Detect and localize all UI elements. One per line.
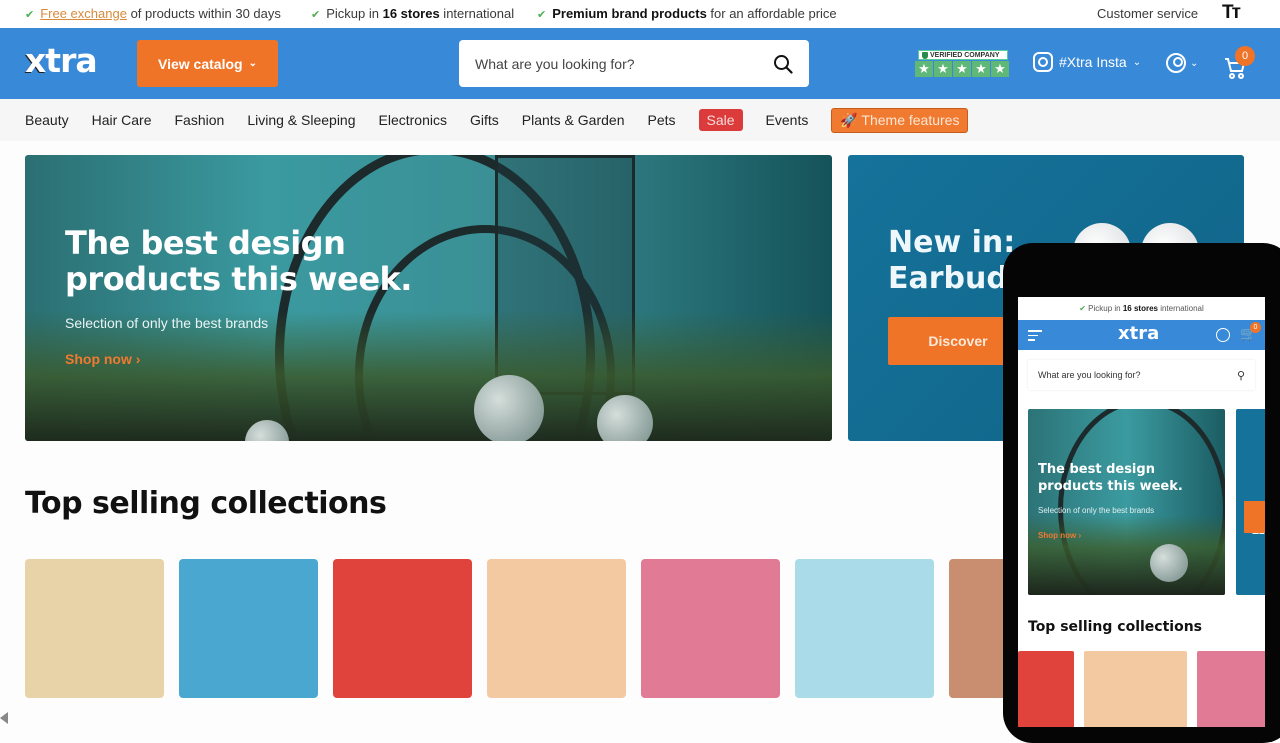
search-icon[interactable]	[773, 54, 793, 74]
mobile-logo[interactable]: xtra	[1118, 323, 1159, 344]
user-icon	[1166, 53, 1186, 73]
phone-mockup-screen: ✔ Pickup in 16 stores international xtra…	[1018, 297, 1265, 727]
hero-subtitle: Selection of only the best brands	[65, 315, 269, 331]
instagram-dropdown[interactable]: #Xtra Insta ⌄	[1033, 52, 1141, 72]
mobile-hero-title: The best design products this week.	[1038, 462, 1183, 494]
mobile-shop-now-link[interactable]: Shop now ›	[1038, 531, 1081, 540]
collection-card[interactable]	[25, 559, 164, 698]
check-icon: ✔	[537, 9, 547, 21]
star-icon: ★	[972, 61, 990, 77]
shop-now-link[interactable]: Shop now ›	[65, 351, 140, 367]
trust-badge[interactable]: VERIFIED COMPANY ★ ★ ★ ★ ★	[915, 50, 1011, 78]
mobile-section-title: Top selling collections	[1028, 619, 1203, 635]
nav-item-hair-care[interactable]: Hair Care	[92, 112, 152, 128]
mobile-header: xtra 🛒 0	[1018, 320, 1265, 350]
mobile-secondary-banner[interactable]: NewEar	[1236, 409, 1265, 595]
mobile-search-bar[interactable]: What are you looking for? ⚲	[1028, 360, 1255, 390]
account-dropdown[interactable]: ⌄	[1166, 53, 1198, 73]
hero-title: The best design products this week.	[65, 224, 412, 298]
search-input[interactable]	[475, 55, 773, 72]
nav-item-electronics[interactable]: Electronics	[379, 112, 447, 128]
usp-free-exchange: ✔ Free exchange of products within 30 day…	[25, 6, 281, 21]
nav-item-plants-garden[interactable]: Plants & Garden	[522, 112, 625, 128]
nav-item-theme-features[interactable]: 🚀 Theme features	[831, 107, 969, 133]
nav-item-gifts[interactable]: Gifts	[470, 112, 499, 128]
collection-card[interactable]	[179, 559, 318, 698]
nav-item-living-sleeping[interactable]: Living & Sleeping	[247, 112, 355, 128]
chevron-right-icon: ›	[135, 351, 141, 367]
main-header: xtra View catalog⌄ VERIFIED COMPANY ★ ★ …	[0, 28, 1280, 99]
view-catalog-button[interactable]: View catalog ⌄	[137, 40, 278, 87]
collection-card[interactable]	[487, 559, 626, 698]
mobile-discover-button[interactable]	[1244, 501, 1265, 533]
text-size-icon[interactable]: Tт	[1222, 2, 1241, 24]
shield-icon	[922, 51, 928, 59]
hero-sphere-decoration	[1150, 544, 1188, 582]
check-icon: ✔	[1079, 304, 1089, 313]
mobile-hero-subtitle: Selection of only the best brands	[1038, 506, 1155, 515]
rocket-icon: 🚀	[840, 111, 862, 128]
user-icon[interactable]	[1216, 328, 1230, 342]
mobile-usp: ✔ Pickup in 16 stores international	[1079, 304, 1204, 313]
check-icon: ✔	[311, 9, 321, 21]
mobile-collection-card[interactable]	[1197, 651, 1265, 727]
chevron-down-icon: ⌄	[1190, 57, 1199, 69]
cart-count-badge: 0	[1235, 46, 1255, 66]
free-exchange-link[interactable]: Free exchange	[40, 6, 127, 21]
hero-plants-decoration	[1028, 515, 1225, 595]
nav-item-events[interactable]: Events	[766, 112, 809, 128]
nav-item-beauty[interactable]: Beauty	[25, 112, 69, 128]
logo[interactable]: xtra	[25, 41, 98, 80]
rating-stars: ★ ★ ★ ★ ★	[915, 61, 1011, 77]
collections-carousel	[25, 559, 1088, 698]
mobile-collection-card[interactable]	[1084, 651, 1187, 727]
usp-premium: ✔ Premium brand products for an affordabl…	[537, 6, 837, 21]
menu-icon[interactable]	[1028, 330, 1042, 344]
instagram-icon	[1033, 52, 1053, 72]
search-bar	[459, 40, 809, 87]
nav-item-fashion[interactable]: Fashion	[175, 112, 225, 128]
hero-banner[interactable]: The best design products this week. Selec…	[25, 155, 832, 441]
collection-card[interactable]	[795, 559, 934, 698]
mobile-hero-banner[interactable]: The best design products this week. Selec…	[1028, 409, 1225, 595]
section-title: Top selling collections	[25, 486, 387, 521]
chevron-down-icon: ⌄	[1132, 56, 1142, 68]
mobile-collection-card[interactable]	[1018, 651, 1074, 727]
nav-item-sale[interactable]: Sale	[698, 109, 743, 131]
hero-sphere-decoration	[474, 375, 544, 441]
chevron-down-icon: ⌄	[248, 58, 257, 69]
collection-card[interactable]	[333, 559, 472, 698]
carousel-prev-arrow[interactable]	[0, 712, 8, 724]
nav-item-pets[interactable]: Pets	[647, 112, 675, 128]
category-nav: Beauty Hair Care Fashion Living & Sleepi…	[0, 99, 1280, 141]
star-icon: ★	[934, 61, 952, 77]
star-icon: ★	[953, 61, 971, 77]
usp-pickup: ✔ Pickup in 16 stores international	[311, 6, 515, 21]
star-icon: ★	[915, 61, 933, 77]
customer-service-link[interactable]: Customer service	[1097, 6, 1198, 21]
collection-card[interactable]	[641, 559, 780, 698]
usp-bar: ✔ Free exchange of products within 30 day…	[0, 0, 1280, 28]
cart-count-badge: 0	[1250, 322, 1261, 333]
star-icon: ★	[991, 61, 1009, 77]
search-icon[interactable]: ⚲	[1237, 369, 1245, 382]
check-icon: ✔	[25, 9, 35, 21]
cart-button[interactable]: 0	[1223, 46, 1257, 80]
mobile-collections-carousel	[1018, 651, 1265, 727]
